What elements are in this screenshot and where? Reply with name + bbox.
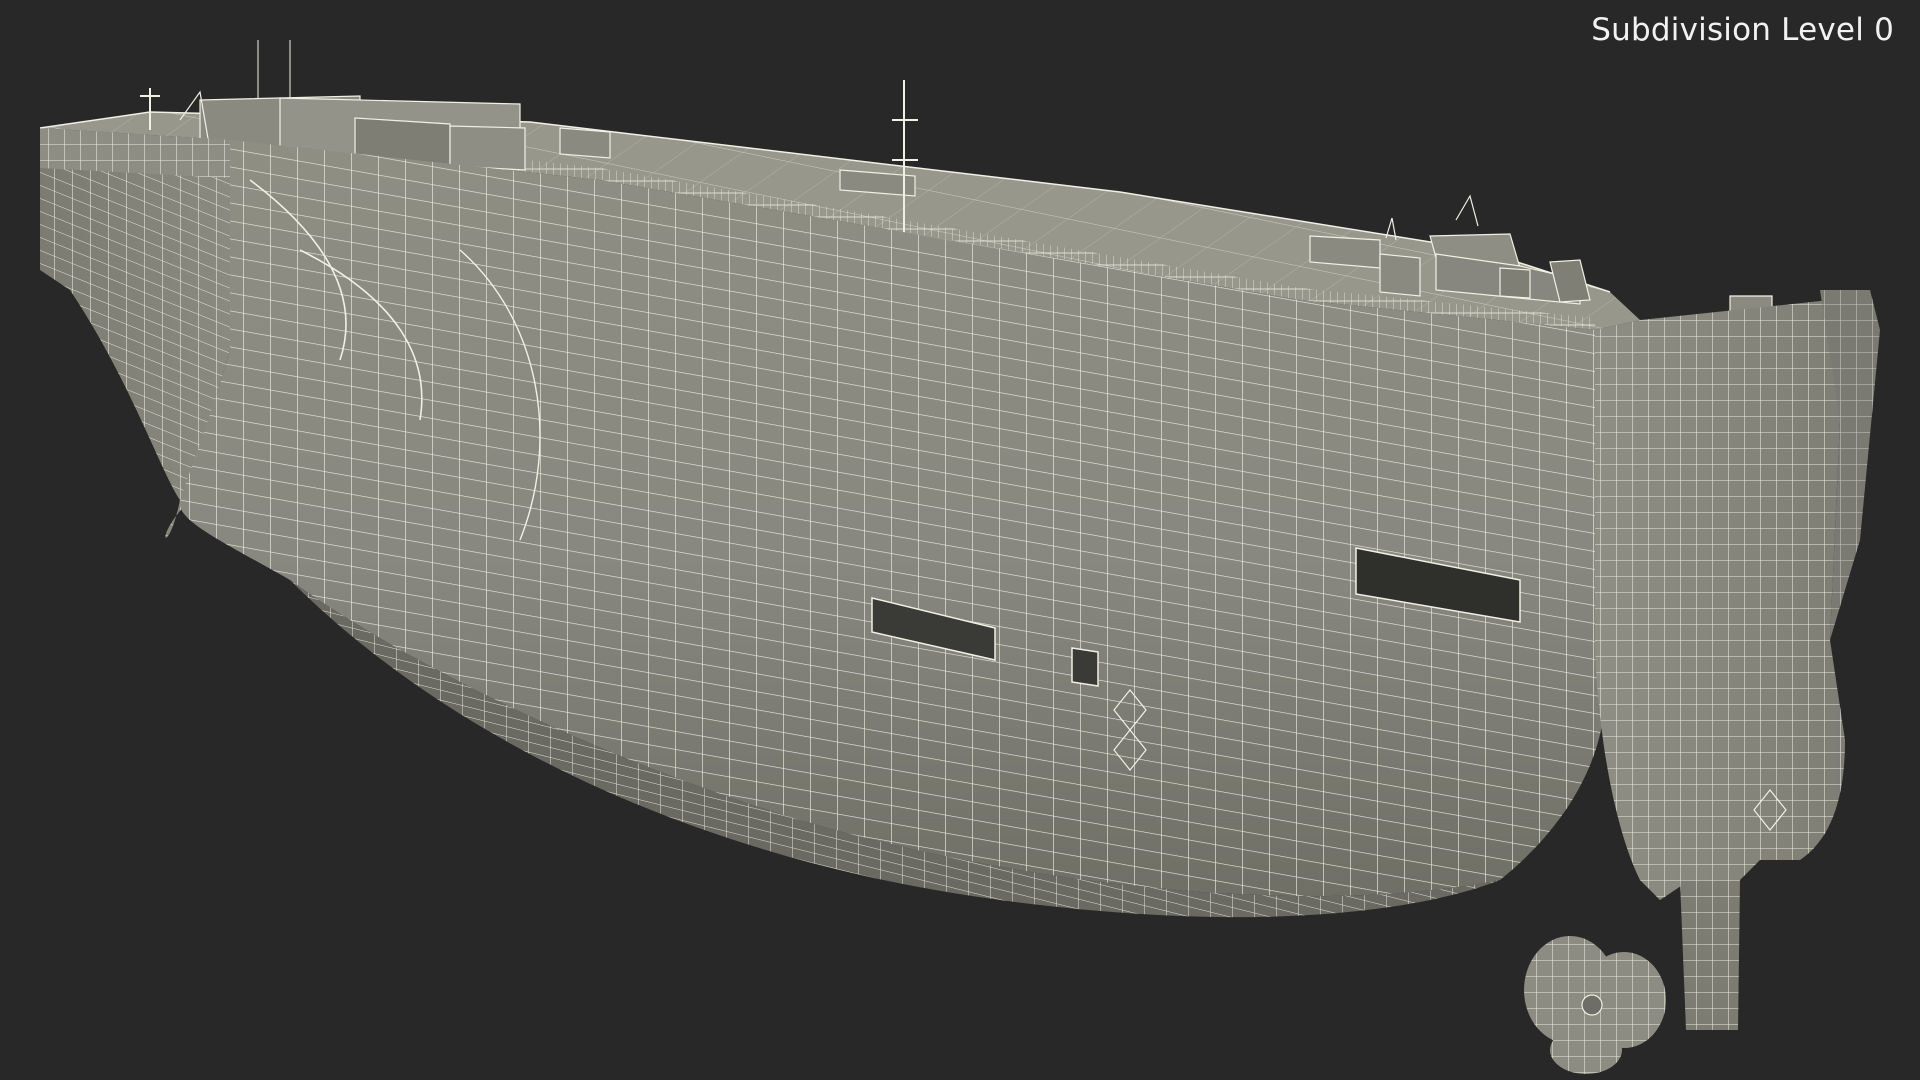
propeller	[1524, 936, 1666, 1074]
bow-section	[1595, 290, 1880, 900]
render-viewport: Subdivision Level 0	[0, 0, 1920, 1080]
rudder	[1680, 880, 1740, 1030]
subdivision-level-label: Subdivision Level 0	[1591, 12, 1894, 48]
ship-wireframe-render	[39, 40, 1880, 1074]
